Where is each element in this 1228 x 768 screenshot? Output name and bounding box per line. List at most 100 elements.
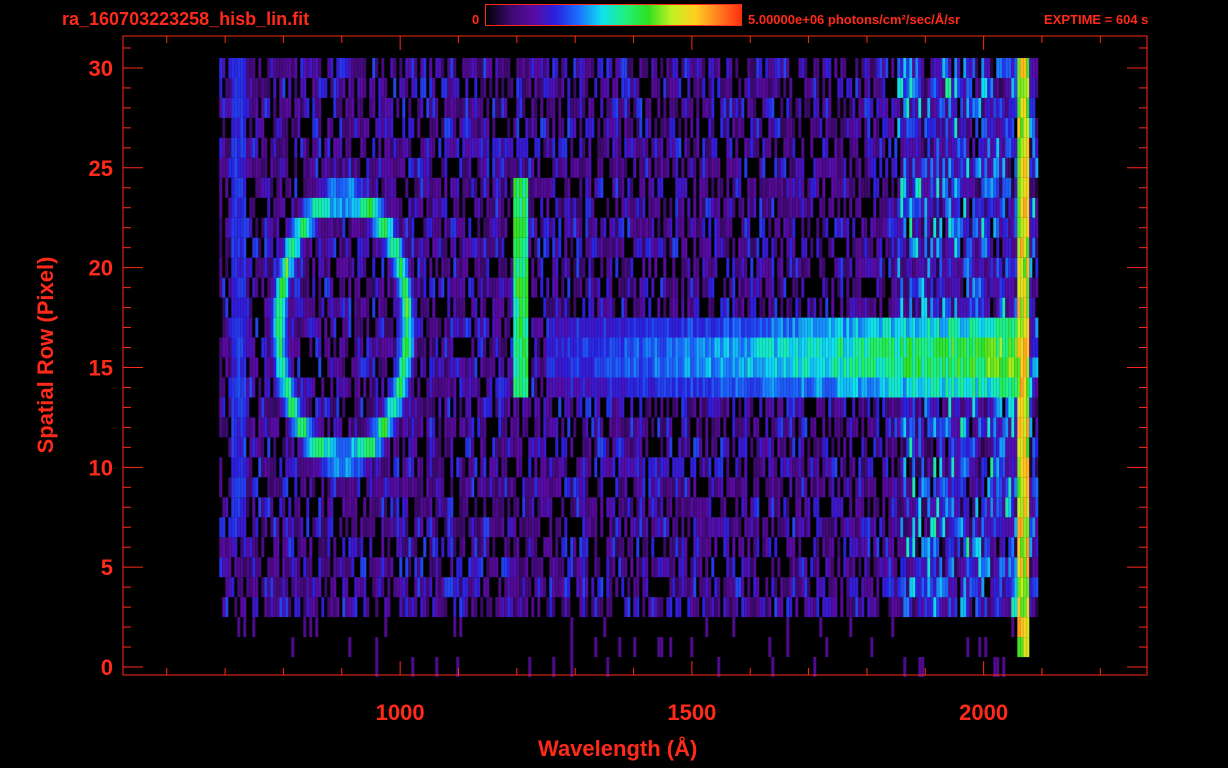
heatmap-cell [690, 157, 694, 178]
heatmap-cell [1011, 437, 1015, 458]
heatmap-cell [975, 297, 979, 318]
heatmap-cell [387, 277, 391, 298]
heatmap-cell [684, 497, 688, 518]
heatmap-cell [681, 337, 685, 358]
heatmap-cell [288, 257, 292, 278]
heatmap-cell [495, 557, 499, 578]
heatmap-cell [240, 517, 244, 538]
heatmap-cell [1032, 557, 1036, 578]
heatmap-cell [738, 377, 742, 398]
heatmap-cell [375, 177, 379, 198]
heatmap-cell [516, 297, 520, 318]
heatmap-cell [588, 177, 592, 198]
heatmap-cell [429, 497, 433, 518]
heatmap-cell [483, 577, 487, 598]
heatmap-cell [612, 297, 616, 318]
heatmap-cell [492, 437, 496, 458]
heatmap-cell [543, 417, 547, 438]
heatmap-cell [843, 357, 847, 378]
heatmap-cell [900, 157, 904, 178]
heatmap-cell [918, 217, 922, 238]
heatmap-cell [267, 417, 271, 438]
heatmap-cell [264, 517, 268, 538]
heatmap-cell [1032, 337, 1036, 358]
heatmap-cell [693, 337, 697, 358]
heatmap-cell [600, 377, 604, 398]
heatmap-cell [585, 517, 589, 538]
heatmap-cell [333, 417, 337, 438]
heatmap-cell [669, 597, 673, 618]
heatmap-cell [603, 297, 607, 318]
heatmap-cell [393, 157, 397, 178]
heatmap-cell [420, 337, 424, 358]
heatmap-cell [687, 397, 691, 418]
heatmap-cell [270, 497, 274, 518]
heatmap-cell [1035, 177, 1039, 198]
heatmap-cell [963, 397, 967, 418]
heatmap-cell [570, 337, 574, 358]
heatmap-cell [573, 257, 577, 278]
heatmap-cell [840, 397, 844, 418]
heatmap-cell [471, 357, 475, 378]
heatmap-cell [423, 577, 427, 598]
heatmap-cell [1023, 457, 1027, 478]
heatmap-cell [441, 197, 445, 218]
heatmap-cell [1014, 237, 1018, 258]
heatmap-cell [1023, 477, 1027, 498]
heatmap-cell [459, 577, 463, 598]
heatmap-cell [234, 417, 238, 438]
heatmap-cell [627, 577, 631, 598]
heatmap-cell [345, 177, 349, 198]
heatmap-cell [312, 277, 316, 298]
heatmap-cell [273, 157, 277, 178]
heatmap-cell [633, 157, 637, 178]
heatmap-cell [711, 197, 715, 218]
heatmap-cell [795, 557, 799, 578]
heatmap-cell [963, 597, 967, 618]
heatmap-cell [453, 377, 457, 398]
heatmap-cell [354, 197, 358, 218]
heatmap-cell [546, 317, 550, 338]
heatmap-cell [732, 237, 736, 258]
heatmap-cell [771, 397, 775, 418]
heatmap-cell [939, 557, 943, 578]
heatmap-cell [609, 357, 613, 378]
heatmap-cell [306, 317, 310, 338]
heatmap-cell [699, 377, 703, 398]
heatmap-cell [630, 257, 634, 278]
heatmap-cell [276, 177, 280, 198]
heatmap-cell [1026, 177, 1030, 198]
heatmap-cell [762, 537, 766, 558]
heatmap-cell [795, 577, 799, 598]
heatmap-cell [447, 517, 451, 538]
heatmap-cell [831, 557, 835, 578]
heatmap-cell [462, 477, 466, 498]
heatmap-cell [873, 217, 877, 238]
heatmap-cell [597, 377, 601, 398]
heatmap-cell [801, 277, 805, 298]
heatmap-cell [366, 517, 370, 538]
heatmap-cell [882, 217, 886, 238]
heatmap-cell [936, 557, 940, 578]
heatmap-cell [726, 157, 730, 178]
heatmap-cell [669, 437, 673, 458]
heatmap-cell [843, 397, 847, 418]
heatmap-cell [1023, 197, 1027, 218]
heatmap-cell [435, 537, 439, 558]
heatmap-cell [369, 477, 373, 498]
heatmap-cell [891, 317, 895, 338]
heatmap-cell [243, 477, 247, 498]
heatmap-cell [234, 397, 238, 418]
heatmap-cell [663, 457, 667, 478]
heatmap-cell [699, 517, 703, 538]
heatmap-cell [246, 417, 250, 438]
heatmap-cell [291, 297, 295, 318]
heatmap-cell [1020, 397, 1024, 418]
heatmap-cell [312, 477, 316, 498]
heatmap-cell [585, 277, 589, 298]
heatmap-cell [882, 537, 886, 558]
heatmap-cell [279, 477, 283, 498]
heatmap-cell [867, 457, 871, 478]
heatmap-cell [456, 517, 460, 538]
heatmap-cell [471, 337, 475, 358]
